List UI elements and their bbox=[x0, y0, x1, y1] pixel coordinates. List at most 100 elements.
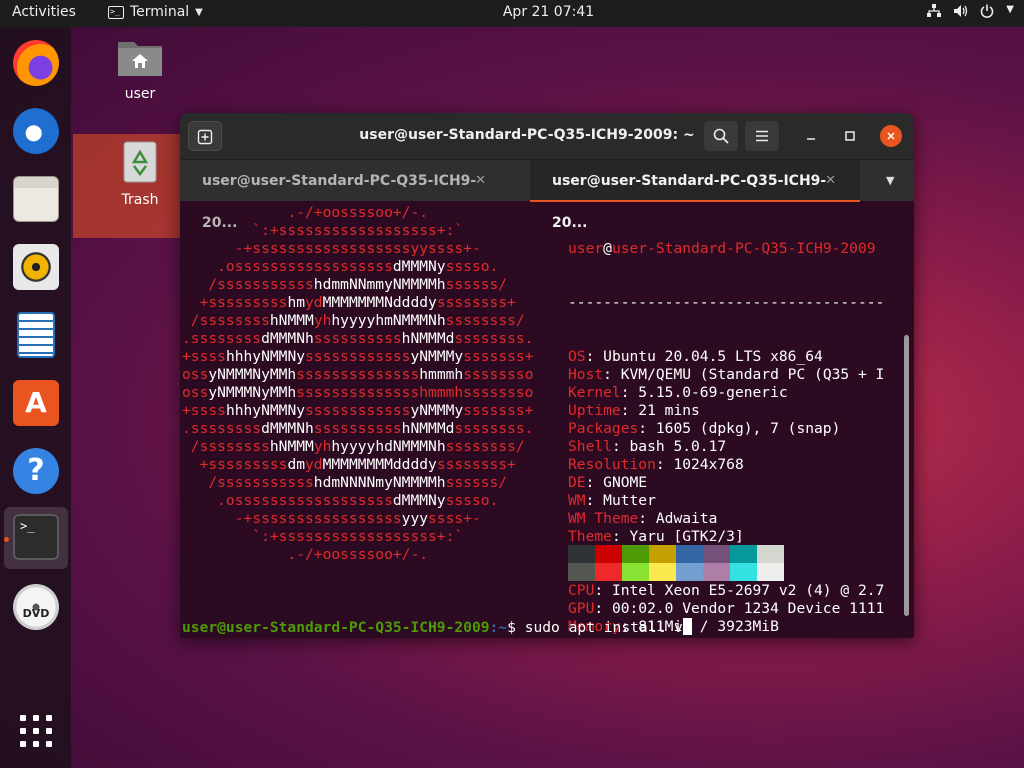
command-input[interactable]: sudo apt install v bbox=[525, 619, 683, 636]
shopping-bag-icon: A bbox=[13, 380, 59, 426]
title-bar[interactable]: user@user-Standard-PC-Q35-ICH9-2009: ~ bbox=[180, 113, 914, 159]
color-swatch bbox=[568, 563, 595, 581]
dvd-launcher[interactable]: DVD bbox=[12, 583, 60, 631]
software-launcher[interactable]: A bbox=[12, 379, 60, 427]
tab-list-dropdown-icon[interactable]: ▼ bbox=[886, 174, 894, 187]
logo-segment: +sssssssss bbox=[182, 294, 288, 311]
info-line: Theme: Yaru [GTK2/3] bbox=[568, 528, 902, 546]
info-colon: : bbox=[585, 348, 604, 365]
dvd-icon: DVD bbox=[13, 584, 59, 630]
tab-close-icon[interactable]: ✕ bbox=[825, 160, 836, 202]
logo-segment: yyy bbox=[401, 510, 429, 527]
logo-line: /sssssssshNMMMyhhyyyyhdNMMMNhssssssss/ bbox=[182, 438, 562, 456]
info-value: Ubuntu 20.04.5 LTS x86_64 bbox=[603, 348, 823, 365]
info-value: 00:02.0 Vendor 1234 Device 1111 bbox=[611, 600, 885, 617]
logo-segment: ssssssssssss bbox=[305, 348, 411, 365]
logo-segment: ssssssss+ bbox=[436, 294, 516, 311]
terminal-launcher[interactable]: >_ bbox=[12, 513, 60, 561]
color-swatch bbox=[703, 563, 730, 581]
logo-segment: ssss+- bbox=[428, 510, 481, 527]
files-launcher[interactable] bbox=[12, 175, 60, 223]
logo-segment: sssso. bbox=[445, 492, 499, 509]
color-swatch bbox=[757, 563, 784, 581]
terminal-tab-1[interactable]: user@user-Standard-PC-Q35-ICH9-20... ✕ bbox=[180, 160, 510, 231]
color-swatch bbox=[595, 545, 622, 563]
info-value: 1024x768 bbox=[673, 456, 744, 473]
info-value: 1605 (dpkg), 7 (snap) bbox=[655, 420, 841, 437]
scrollbar[interactable] bbox=[904, 335, 909, 616]
power-icon[interactable] bbox=[980, 4, 994, 22]
logo-segment: dMMMNy bbox=[392, 258, 446, 275]
info-line: Resolution: 1024x768 bbox=[568, 456, 902, 474]
logo-segment: yNMMMNyMMh bbox=[208, 384, 297, 401]
desktop-trash[interactable]: Trash bbox=[88, 140, 192, 208]
show-applications-button[interactable] bbox=[18, 713, 54, 749]
terminal-window[interactable]: user@user-Standard-PC-Q35-ICH9-2009: ~ u… bbox=[180, 113, 914, 638]
logo-segment: ssssssss/ bbox=[445, 438, 525, 455]
logo-segment: MMMMMMMMddddy bbox=[322, 456, 437, 473]
rhythmbox-launcher[interactable] bbox=[12, 243, 60, 291]
help-icon: ? bbox=[13, 448, 59, 494]
info-key: Kernel bbox=[568, 384, 621, 401]
info-colon: : bbox=[611, 528, 630, 545]
logo-line: /ssssssssssshdmmNNmmyNMMMMhssssss/ bbox=[182, 276, 562, 294]
logo-segment: dMMMNh bbox=[261, 420, 314, 437]
logo-segment: oss bbox=[182, 366, 209, 383]
thunderbird-launcher[interactable] bbox=[12, 107, 60, 155]
info-colon: : bbox=[655, 456, 674, 473]
info-key: WM bbox=[568, 492, 586, 509]
chevron-down-icon[interactable]: ▼ bbox=[1006, 4, 1014, 22]
logo-segment: ssssssssss bbox=[313, 420, 402, 437]
running-indicator bbox=[4, 537, 9, 542]
color-swatch bbox=[676, 563, 703, 581]
color-swatch bbox=[730, 563, 757, 581]
logo-segment: hdmNNNNmyNMMMMh bbox=[313, 474, 446, 491]
logo-line: /sssssssshNMMMyhhyyyyhmNMMMNhssssssss/ bbox=[182, 312, 562, 330]
logo-segment: +ssss bbox=[182, 348, 226, 365]
desktop-home-folder[interactable]: user bbox=[88, 36, 192, 102]
terminal-icon: >_ bbox=[13, 514, 59, 560]
logo-segment: ssssssss/ bbox=[445, 312, 525, 329]
tab-close-icon[interactable]: ✕ bbox=[475, 160, 486, 202]
logo-segment: yNMMMy bbox=[410, 402, 464, 419]
logo-segment: hm bbox=[287, 294, 306, 311]
user-host-line: user@user-Standard-PC-Q35-ICH9-2009 bbox=[568, 240, 876, 257]
info-key: CPU bbox=[568, 582, 595, 599]
minimize-button[interactable] bbox=[794, 121, 828, 151]
network-icon[interactable] bbox=[927, 4, 942, 22]
logo-segment: hdmmNNmmyNMMMMh bbox=[313, 276, 446, 293]
info-colon: : bbox=[594, 600, 612, 617]
color-swatch bbox=[568, 545, 595, 563]
info-colon: : bbox=[620, 402, 639, 419]
logo-segment: /ssssssss bbox=[182, 438, 270, 455]
logo-segment: .ossssssssssssssssss bbox=[182, 492, 393, 509]
command-line[interactable]: user@user-Standard-PC-Q35-ICH9-2009:~$ s… bbox=[182, 618, 692, 637]
info-key: DE bbox=[568, 474, 586, 491]
help-launcher[interactable]: ? bbox=[12, 447, 60, 495]
search-button[interactable] bbox=[704, 121, 738, 151]
firefox-launcher[interactable] bbox=[12, 39, 60, 87]
close-button[interactable] bbox=[880, 125, 902, 147]
logo-segment: yh bbox=[313, 438, 332, 455]
color-swatch bbox=[730, 545, 757, 563]
clock[interactable]: Apr 21 07:41 bbox=[0, 4, 1024, 20]
maximize-button[interactable] bbox=[833, 121, 867, 151]
info-line: DE: GNOME bbox=[568, 474, 902, 492]
terminal-content[interactable]: .-/+oossssoo+/-. `:+ssssssssssssssssss+:… bbox=[180, 201, 914, 638]
color-swatch bbox=[703, 545, 730, 563]
info-colon: : bbox=[611, 438, 630, 455]
terminal-tab-2[interactable]: user@user-Standard-PC-Q35-ICH9-20... ✕ bbox=[530, 160, 860, 231]
maximize-icon bbox=[845, 131, 855, 141]
logo-segment: /sssssssssss bbox=[182, 474, 314, 491]
logo-segment: ssssssss+ bbox=[436, 456, 516, 473]
color-palette-dark bbox=[568, 545, 784, 563]
volume-icon[interactable] bbox=[953, 4, 968, 22]
system-tray[interactable]: ▼ bbox=[927, 4, 1014, 22]
logo-segment: `:+ssssssssssssssssss+:` bbox=[182, 528, 464, 545]
logo-segment: hhhyNMMNy bbox=[225, 348, 306, 365]
hamburger-menu-button[interactable] bbox=[745, 121, 779, 151]
info-key: Packages bbox=[568, 420, 639, 437]
trash-icon bbox=[123, 141, 157, 183]
info-line: GPU: 00:02.0 Vendor 1234 Device 1111 bbox=[568, 600, 902, 618]
writer-launcher[interactable] bbox=[12, 311, 60, 359]
